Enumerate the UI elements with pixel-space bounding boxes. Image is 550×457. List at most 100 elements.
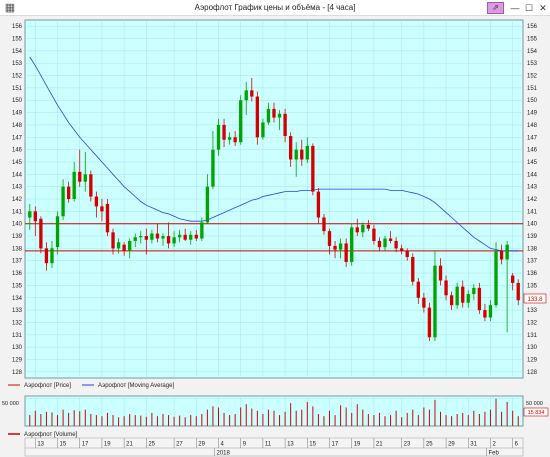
candle-body — [433, 265, 437, 338]
y-tick-label-left: 132 — [12, 320, 23, 326]
candle-body — [444, 280, 448, 296]
y-tick-label-left: 134 — [12, 296, 23, 302]
candle — [39, 216, 43, 254]
x-tick-label: 25 — [148, 442, 155, 448]
candle-body — [344, 243, 348, 262]
candle-body — [39, 218, 43, 249]
x-tick-label: 21 — [376, 442, 383, 448]
candle-body — [239, 100, 243, 143]
x-tick-label: 19 — [354, 442, 361, 448]
candle-body — [355, 227, 359, 233]
x-tick-label: 15 — [60, 442, 67, 448]
candle-body — [283, 113, 287, 137]
y-tick-label-right: 139 — [527, 234, 538, 240]
candle-body — [422, 297, 426, 308]
y-tick-label-right: 153 — [527, 61, 538, 67]
y-tick-label-left: 133 — [12, 308, 23, 314]
candle-body — [55, 216, 60, 248]
y-tick-label-right: 149 — [527, 111, 538, 117]
x-tick-label: 27 — [176, 442, 183, 448]
y-tick-label-left: 129 — [12, 357, 23, 363]
candle-body — [272, 108, 276, 118]
candle-body — [139, 236, 143, 238]
volume-axis-left-tick: 50 000 — [2, 401, 19, 407]
candle-body — [166, 236, 171, 244]
candle — [311, 143, 315, 196]
candle-body — [66, 186, 71, 199]
candle-body — [33, 211, 37, 222]
candle-body — [411, 257, 415, 282]
candle-body — [211, 149, 215, 187]
y-tick-label-left: 130 — [12, 345, 23, 351]
y-tick-label-left: 141 — [12, 209, 23, 215]
x-tick-label: 11 — [265, 442, 272, 448]
candle-body — [372, 228, 376, 241]
candle-body — [472, 287, 476, 295]
x-secondary-label: 2018 — [216, 451, 230, 457]
y-tick-label-left: 152 — [12, 74, 23, 80]
x-tick-label: 17 — [82, 442, 89, 448]
volume-last-value: 15 834 — [528, 410, 545, 416]
x-tick-label: 29 — [198, 442, 205, 448]
x-tick-label: 13 — [37, 442, 44, 448]
y-tick-label-left: 128 — [12, 370, 23, 376]
candle-body — [305, 145, 309, 160]
candle — [427, 302, 432, 341]
candle-body — [244, 90, 248, 101]
price-axis-left: 128 129 130 131 132 133 134 135 136 137 138 139 140 1… — [12, 24, 23, 376]
y-tick-label-right: 154 — [527, 49, 538, 55]
y-tick-label-right: 142 — [527, 197, 538, 203]
y-tick-label-right: 136 — [527, 271, 538, 277]
legend-price-label: Аэрофлот [Price] — [24, 383, 71, 389]
candle-body — [177, 234, 182, 238]
y-tick-label-right: 138 — [527, 246, 538, 252]
candle-body — [205, 186, 210, 223]
y-tick-label-right: 145 — [527, 160, 538, 166]
candle-body — [405, 250, 409, 258]
candle-body — [316, 191, 321, 218]
candle-body — [78, 171, 82, 182]
x-tick-label: 19 — [104, 442, 111, 448]
candle-body — [266, 108, 271, 123]
candle-body — [89, 174, 93, 197]
y-tick-label-left: 131 — [12, 333, 23, 339]
legend-volume-label: Аэрофлот [Volume] — [24, 432, 78, 438]
y-tick-label-right: 152 — [527, 74, 538, 80]
y-tick-label-right: 141 — [527, 209, 538, 215]
candle-body — [150, 233, 154, 240]
candle-body — [461, 286, 465, 303]
y-tick-label-right: 129 — [527, 357, 538, 363]
candle — [105, 199, 110, 237]
x-tick-label: 21 — [126, 442, 133, 448]
candle-body — [194, 234, 198, 239]
price-axis-right: 1281291301311321331341351361371381391401… — [527, 24, 538, 376]
time-axis: 13 15 17 19 21 25 27 29 4 9 11 13 15 17 19 21 23 25 29 31 2 6… — [24, 437, 524, 457]
candle-body — [394, 240, 398, 249]
candle-body — [427, 307, 432, 338]
y-tick-label-left: 150 — [12, 98, 23, 104]
candle-body — [155, 233, 160, 239]
volume-legend: Аэрофлот [Volume] — [8, 432, 78, 438]
candle-body — [366, 224, 371, 229]
candle-body — [438, 265, 443, 281]
candle-body — [172, 237, 176, 244]
candle-body — [116, 242, 121, 249]
x-tick-label: 17 — [332, 442, 339, 448]
candle-body — [466, 294, 470, 303]
price-marker-label: 133.8 — [527, 297, 543, 303]
candle-body — [477, 287, 482, 311]
price-volume-chart[interactable]: 128 129 130 131 132 133 134 135 136 137 138 139 140 1… — [0, 0, 550, 457]
candle-body — [128, 240, 132, 251]
y-tick-label-right: 135 — [527, 283, 538, 289]
candle-body — [111, 232, 115, 249]
y-tick-label-right: 144 — [527, 172, 538, 178]
candle — [494, 242, 498, 308]
candle-body — [516, 282, 520, 301]
legend-ma-label: Аэрофлот [Moving Average] — [98, 383, 174, 389]
candle-body — [144, 236, 149, 240]
candle-body — [83, 174, 87, 182]
y-tick-label-left: 140 — [12, 222, 23, 228]
candle-body — [483, 310, 487, 318]
y-tick-label-left: 143 — [12, 185, 23, 191]
candle-body — [94, 196, 99, 207]
